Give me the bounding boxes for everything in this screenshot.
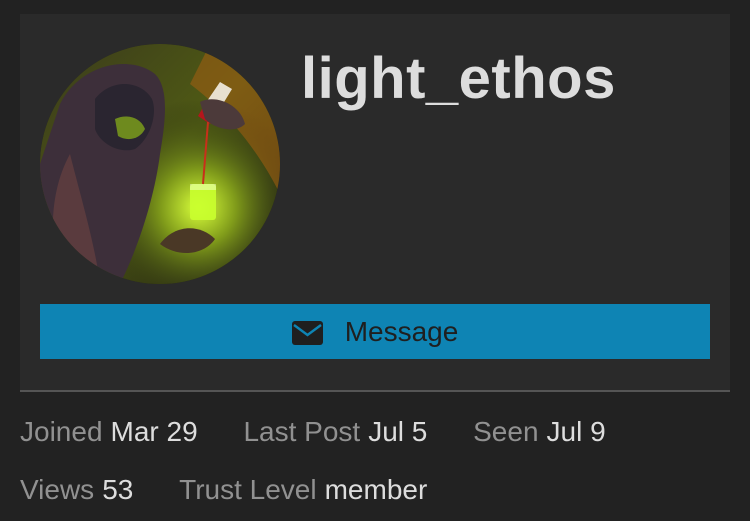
stat-value: Mar 29: [110, 416, 198, 447]
stat-trust-level: Trust Level member: [179, 473, 427, 507]
envelope-icon: [291, 320, 323, 345]
stats-row-secondary: Views 53 Trust Level member: [20, 473, 465, 507]
stat-value: 53: [102, 474, 134, 505]
stat-views: Views 53: [20, 473, 133, 507]
stat-joined: Joined Mar 29: [20, 415, 198, 449]
user-card: light_ethos Message: [20, 14, 730, 390]
wizard-avatar-icon: [40, 44, 280, 284]
stat-value[interactable]: Jul 5: [368, 416, 427, 447]
stat-value: Jul 9: [546, 416, 606, 447]
stat-label: Views: [20, 474, 95, 505]
user-profile-page: light_ethos Message Joined Mar 29 Last Po…: [0, 0, 750, 521]
avatar[interactable]: [40, 44, 280, 284]
message-button-label: Message: [344, 315, 459, 347]
stat-label: Trust Level: [179, 474, 317, 505]
username: light_ethos: [301, 46, 616, 111]
stat-seen: Seen Jul 9: [473, 415, 606, 449]
message-button[interactable]: Message: [40, 304, 710, 359]
stat-value: member: [324, 474, 428, 505]
stat-label: Joined: [20, 416, 103, 447]
stat-label: Last Post: [243, 416, 361, 447]
divider: [20, 390, 730, 392]
stat-label: Seen: [473, 416, 539, 447]
stats-row-primary: Joined Mar 29 Last Post Jul 5 Seen Jul 9: [20, 415, 644, 449]
stat-last-post: Last Post Jul 5: [243, 415, 427, 449]
